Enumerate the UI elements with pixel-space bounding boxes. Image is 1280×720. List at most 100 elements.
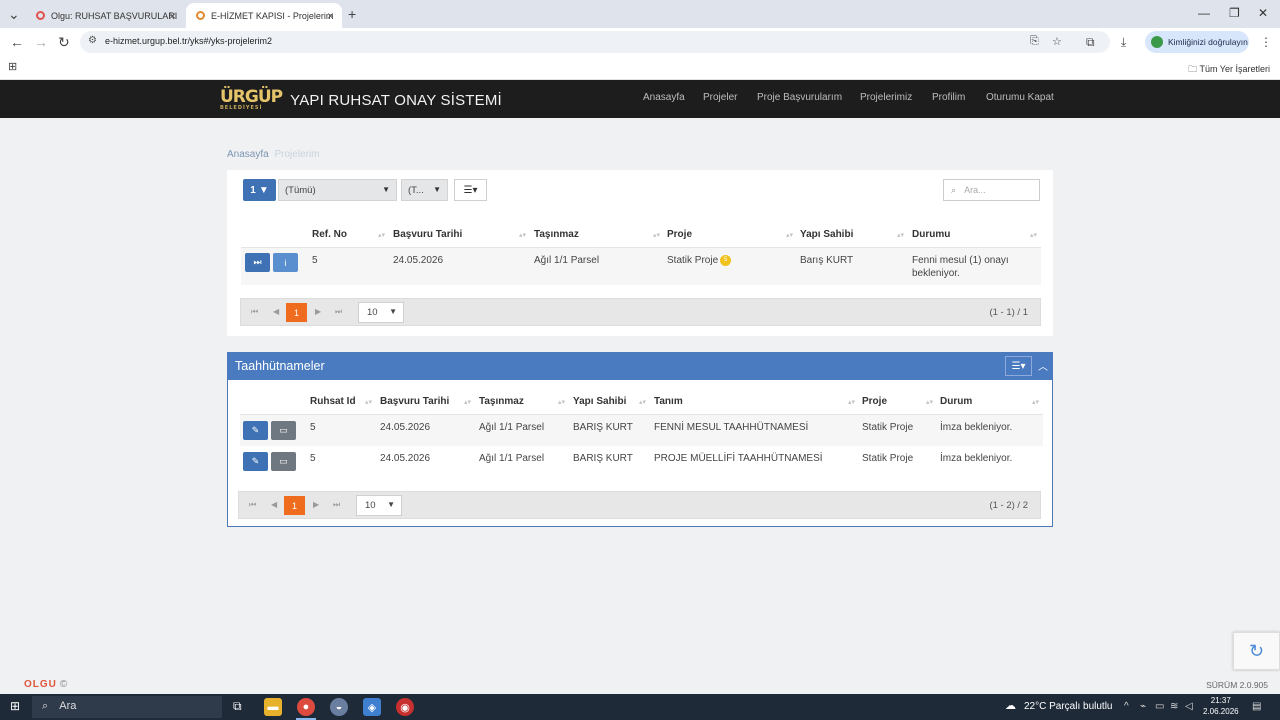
nav-projeler[interactable]: Projeler [703,92,737,103]
nav-profilim[interactable]: Profilim [932,92,965,103]
search-input[interactable]: ⌕ Ara... [943,179,1040,201]
close-tab-icon[interactable]: × [169,9,176,23]
nav-projelerimiz[interactable]: Projelerimiz [860,92,912,103]
apps-grid-icon[interactable]: ⊞ [8,60,17,73]
nav-proje-basvurularim[interactable]: Proje Başvurularım [757,92,842,103]
sort-icon[interactable]: ▴▾ [365,398,372,406]
view-button[interactable]: ▭ [271,452,296,471]
nav-anasayfa[interactable]: Anasayfa [643,92,685,103]
filter-button[interactable]: 1 ▼ [243,179,276,201]
new-tab-icon[interactable]: + [348,6,356,22]
current-page[interactable]: 1 [286,303,307,322]
windows-start-icon[interactable]: ⊞ [10,699,20,713]
chrome-icon[interactable]: ● [297,698,315,716]
info-button[interactable]: i [273,253,298,272]
tray-app-icon[interactable]: ⌁ [1140,701,1146,712]
app-icon[interactable]: ◒ [330,698,348,716]
edit-button[interactable]: ✎ [243,452,268,471]
col-durumu[interactable]: Durumu [912,229,950,240]
col-ruhsat-id[interactable]: Ruhsat Id [310,396,356,407]
minimize-window-icon[interactable]: — [1198,6,1210,20]
sort-icon[interactable]: ▴▾ [1032,398,1039,406]
forward-icon[interactable]: → [34,34,48,50]
col-yapi-sahibi[interactable]: Yapı Sahibi [573,396,626,407]
columns-menu-button[interactable]: ☰▾ [454,179,487,201]
current-page[interactable]: 1 [284,496,305,515]
close-tab-icon[interactable]: × [327,9,334,23]
recaptcha-badge[interactable]: ↻ [1233,632,1280,670]
first-page-icon[interactable]: ⏮ [251,307,258,317]
notifications-icon[interactable]: ▤ [1252,701,1261,712]
col-tasinmaz[interactable]: Taşınmaz [479,396,524,407]
file-explorer-icon[interactable]: ▬ [264,698,282,716]
browser-tab-ruhsat[interactable]: Olgu: RUHSAT BAŞVURULARI × [26,3,184,28]
sort-icon[interactable]: ▴▾ [558,398,565,406]
status-select[interactable]: (Tümü) ▼ [278,179,397,201]
count-badge[interactable]: 5 [720,254,732,266]
app-icon[interactable]: ◉ [396,698,414,716]
sort-icon[interactable]: ▴▾ [926,398,933,406]
col-proje[interactable]: Proje [667,229,692,240]
network-icon[interactable]: ▭ [1155,701,1164,712]
first-page-icon[interactable]: ⏮ [249,500,256,510]
all-bookmarks[interactable]: 🗀 Tüm Yer İşaretleri [1188,62,1270,78]
install-app-icon[interactable]: ⎘ [1030,35,1039,48]
col-basvuru-tarihi[interactable]: Başvuru Tarihi [393,229,462,240]
sort-icon[interactable]: ▴▾ [639,398,646,406]
address-bar[interactable]: ⚙ e-hizmet.urgup.bel.tr/yks#/yks-projele… [80,31,1110,53]
last-page-icon[interactable]: ⏭ [335,307,342,317]
prev-page-icon[interactable]: ◀ [271,500,277,509]
breadcrumb-home[interactable]: Anasayfa [227,149,269,160]
back-icon[interactable]: ← [10,34,24,50]
sort-icon[interactable]: ▴▾ [848,398,855,406]
reload-icon[interactable]: ↻ [58,34,70,51]
sort-icon[interactable]: ▴▾ [378,231,385,239]
browser-menu-icon[interactable]: ⋮ [1260,35,1272,49]
collapse-icon[interactable]: ︿ [1038,358,1048,373]
browser-tab-projelerim[interactable]: E-HİZMET KAPISI - Projelerim × [186,3,342,28]
security-icon[interactable]: ◈ [363,698,381,716]
system-clock[interactable]: 21:37 2.06.2026 [1203,695,1239,717]
task-view-icon[interactable]: ⧉ [233,699,242,714]
col-basvuru-tarihi[interactable]: Başvuru Tarihi [380,396,449,407]
prev-page-icon[interactable]: ◀ [273,307,279,316]
identity-button[interactable]: Kimliğinizi doğrulayın [1145,31,1249,53]
extensions-icon[interactable]: ⧉ [1086,35,1095,50]
url-text[interactable]: e-hizmet.urgup.bel.tr/yks#/yks-projeleri… [105,36,272,46]
page-size-select[interactable]: 10 ▼ [356,495,402,516]
volume-icon[interactable]: ◁ [1185,701,1193,712]
next-page-icon[interactable]: ▶ [315,307,321,316]
sort-icon[interactable]: ▴▾ [519,231,526,239]
col-tanim[interactable]: Tanım [654,396,683,407]
tab-search-icon[interactable]: ⌄ [8,6,20,23]
table-row[interactable] [240,415,1043,446]
sort-icon[interactable]: ▴▾ [653,231,660,239]
site-info-icon[interactable]: ⚙ [88,35,97,46]
last-page-icon[interactable]: ⏭ [333,500,340,510]
app-logo[interactable]: ÜRGÜP BELEDİYESİ YAPI RUHSAT ONAY SİSTEM… [220,85,502,115]
edit-button[interactable]: ✎ [243,421,268,440]
sort-icon[interactable]: ▴▾ [1030,231,1037,239]
sort-icon[interactable]: ▴▾ [464,398,471,406]
col-proje[interactable]: Proje [862,396,887,407]
bookmark-star-icon[interactable]: ☆ [1052,35,1062,48]
sort-icon[interactable]: ▴▾ [786,231,793,239]
weather-label[interactable]: 22°C Parçalı bulutlu [1024,701,1113,712]
commitments-menu-button[interactable]: ☰▾ [1005,356,1032,376]
type-select[interactable]: (T... ▼ [401,179,448,201]
view-button[interactable]: ▭ [271,421,296,440]
col-durum[interactable]: Durum [940,396,972,407]
next-page-icon[interactable]: ▶ [313,500,319,509]
nav-oturumu-kapat[interactable]: Oturumu Kapat [986,92,1054,103]
taskbar-search[interactable]: ⌕ Ara [32,696,222,718]
col-yapi-sahibi[interactable]: Yapı Sahibi [800,229,853,240]
downloads-icon[interactable]: ⤓ [1121,35,1126,50]
tray-expand-icon[interactable]: ^ [1124,701,1129,712]
restore-window-icon[interactable]: ❐ [1229,6,1240,20]
col-ref-no[interactable]: Ref. No [312,229,347,240]
go-to-project-button[interactable]: ⏭ [245,253,270,272]
close-window-icon[interactable]: ✕ [1258,6,1268,20]
page-size-select[interactable]: 10 ▼ [358,302,404,323]
col-tasinmaz[interactable]: Taşınmaz [534,229,579,240]
sort-icon[interactable]: ▴▾ [897,231,904,239]
